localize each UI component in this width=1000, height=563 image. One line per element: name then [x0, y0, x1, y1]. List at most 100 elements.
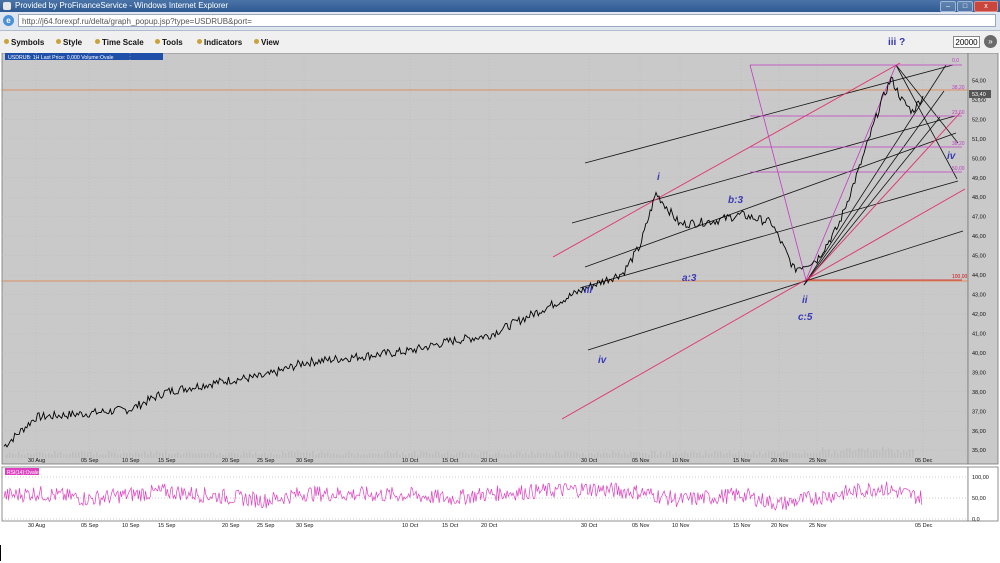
volume-bar — [462, 452, 464, 458]
view-menu[interactable]: View — [254, 38, 279, 47]
volume-bar — [684, 451, 686, 458]
volume-bar — [18, 451, 20, 458]
volume-bar — [387, 451, 389, 458]
volume-bar — [111, 452, 113, 458]
volume-bar — [498, 452, 500, 458]
volume-bar — [372, 452, 374, 458]
volume-bar — [81, 451, 83, 458]
volume-bar — [912, 449, 914, 458]
price-tick-label: 36,00 — [972, 429, 986, 435]
volume-bar — [768, 451, 770, 458]
price-tick-label: 52,00 — [972, 117, 986, 123]
volume-bar — [204, 453, 206, 458]
volume-bar — [864, 450, 866, 458]
volume-bar — [207, 453, 209, 458]
volume-bar — [555, 451, 557, 458]
volume-bar — [252, 454, 254, 458]
zoom-go-button[interactable]: » — [984, 35, 997, 48]
volume-bar — [477, 454, 479, 458]
volume-bar — [459, 451, 461, 458]
volume-bar — [888, 448, 890, 458]
volume-bar — [612, 451, 614, 458]
volume-bar — [771, 451, 773, 458]
time-tick-label: 05 Dec — [915, 458, 933, 464]
chart-canvas[interactable]: USDRUB: 1H Last Price: 0,000 Volume:Oval… — [0, 52, 1000, 545]
volume-bar — [699, 452, 701, 458]
volume-bar — [717, 451, 719, 458]
volume-bar — [216, 454, 218, 458]
volume-bar — [651, 451, 653, 458]
time-scale-menu[interactable]: Time Scale — [95, 38, 144, 47]
style-menu[interactable]: Style — [56, 38, 82, 47]
volume-bar — [624, 452, 626, 458]
volume-bar — [531, 451, 533, 458]
time-scale-menu-icon — [95, 39, 100, 44]
time-tick-label: 25 Nov — [809, 458, 827, 464]
url-field[interactable]: http://j64.forexpf.ru/delta/graph_popup.… — [18, 14, 996, 27]
rsi-time-tick-label: 10 Sep — [122, 523, 139, 529]
volume-bar — [180, 454, 182, 458]
price-tick-label: 39,00 — [972, 370, 986, 376]
volume-bar — [102, 453, 104, 458]
volume-bar — [57, 452, 59, 458]
tools-menu-label: Tools — [162, 38, 183, 47]
tools-menu[interactable]: Tools — [155, 38, 183, 47]
volume-bar — [564, 451, 566, 458]
minimize-button[interactable]: – — [940, 1, 956, 12]
close-button[interactable]: x — [974, 1, 998, 12]
volume-bar — [882, 447, 884, 458]
rsi-time-tick-label: 30 Oct — [581, 523, 598, 529]
indicators-menu[interactable]: Indicators — [197, 38, 242, 47]
volume-bar — [201, 452, 203, 458]
rsi-tick-label: 100,00 — [972, 475, 989, 481]
volume-bar — [600, 454, 602, 458]
volume-bar — [570, 451, 572, 458]
volume-bar — [48, 453, 50, 458]
volume-bar — [150, 451, 152, 458]
volume-bar — [690, 451, 692, 458]
volume-bar — [540, 453, 542, 458]
volume-bar — [15, 454, 17, 458]
wave-label-b3: b:3 — [728, 195, 743, 206]
volume-bar — [285, 453, 287, 458]
volume-bar — [384, 452, 386, 458]
rsi-time-tick-label: 05 Nov — [632, 523, 650, 529]
time-tick-label: 15 Sep — [158, 458, 175, 464]
style-menu-icon — [56, 39, 61, 44]
time-tick-label: 30 Aug — [28, 458, 45, 464]
price-tick-label: 42,00 — [972, 312, 986, 318]
volume-bar — [243, 451, 245, 458]
volume-bar — [9, 451, 11, 458]
price-tick-label: 51,00 — [972, 137, 986, 143]
volume-bar — [861, 448, 863, 458]
indicators-menu-label: Indicators — [204, 38, 243, 47]
volume-bar — [279, 454, 281, 458]
volume-bar — [786, 451, 788, 458]
volume-bar — [828, 449, 830, 458]
rsi-legend: RSI(14):Ovale — [7, 470, 39, 476]
rsi-time-tick-label: 20 Oct — [481, 523, 498, 529]
volume-bar — [72, 452, 74, 458]
zoom-input[interactable]: 20000 — [953, 36, 980, 48]
volume-bar — [189, 452, 191, 458]
time-tick-label: 10 Nov — [672, 458, 690, 464]
window-title: Provided by ProFinanceService - Windows … — [15, 1, 228, 10]
volume-bar — [240, 454, 242, 458]
volume-bar — [705, 451, 707, 458]
volume-bar — [324, 452, 326, 458]
volume-bar — [597, 451, 599, 458]
text-cursor — [0, 545, 1, 561]
price-tick-label: 46,00 — [972, 234, 986, 240]
volume-bar — [312, 451, 314, 458]
time-tick-label: 05 Sep — [81, 458, 98, 464]
maximize-button[interactable]: □ — [957, 1, 973, 12]
volume-bar — [438, 451, 440, 458]
volume-bar — [99, 454, 101, 458]
chart-toolbar: Symbols Style Time Scale Tools Indicator… — [0, 31, 1000, 54]
volume-bar — [846, 448, 848, 458]
volume-bar — [357, 452, 359, 458]
symbols-menu[interactable]: Symbols — [4, 38, 44, 47]
volume-bar — [276, 454, 278, 458]
fib-label-2360: 23,60 — [952, 110, 965, 116]
volume-bar — [720, 451, 722, 458]
